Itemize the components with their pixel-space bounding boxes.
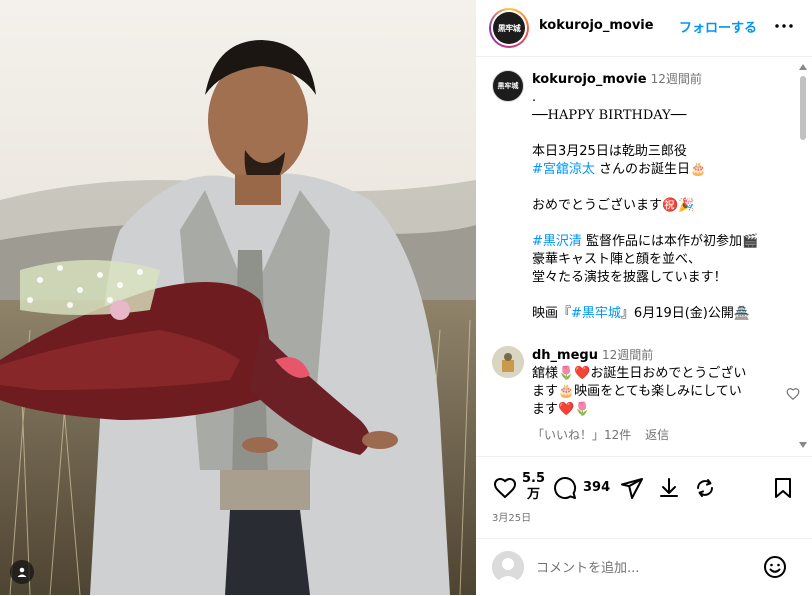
comment-likes[interactable]: 「いいね！」12件 [532, 428, 631, 442]
header-username[interactable]: kokurojo_movie [539, 18, 654, 33]
caption-line5: 豪華キャスト陣と顔を並べ、 [532, 252, 702, 267]
post-date[interactable]: 3月25日 [492, 509, 531, 524]
current-user-avatar [492, 551, 524, 583]
follow-button[interactable]: フォローする [679, 17, 757, 36]
caption-line4: 監督作品には本作が初参加🎬 [581, 234, 759, 249]
caption-line2: さんのお誕生日🎂 [594, 162, 707, 177]
comment-avatar[interactable] [492, 346, 524, 378]
caption-line7-pre: 映画『 [532, 306, 572, 321]
comment-time: 12週間前 [601, 348, 654, 362]
caption-username[interactable]: kokurojo_movie [532, 72, 647, 87]
like-icon[interactable] [492, 475, 518, 501]
emoji-icon[interactable] [763, 555, 787, 579]
add-comment-input[interactable]: コメントを追加... [536, 557, 639, 576]
add-comment-bar: コメントを追加... [476, 538, 812, 596]
hashtag-movie[interactable]: #黒牢城 [571, 306, 621, 321]
profile-avatar[interactable]: 黒牢城 [489, 8, 529, 48]
like-count-bottom: 万 [527, 487, 541, 502]
caption-avatar[interactable]: 黒牢城 [492, 70, 524, 102]
remix-icon[interactable] [692, 475, 718, 501]
more-options-icon[interactable] [774, 16, 794, 36]
comments-scrollbar[interactable] [798, 60, 808, 452]
hashtag-name[interactable]: #宮舘涼太 [532, 162, 595, 177]
post-panel: 黒牢城 kokurojo_movie フォローする 黒牢城 kokurojo_m… [476, 0, 812, 595]
hashtag-director[interactable]: #黒沢清 [532, 234, 582, 249]
comment-body: dh_megu 12週間前 舘様🌷❤️お誕生日おめでとうございます🎂映画をとても楽… [532, 346, 754, 419]
comment-username[interactable]: dh_megu [532, 348, 598, 363]
caption-text: kokurojo_movie 12週間前 . ──HAPPY BIRTHDAY──… [532, 70, 787, 323]
caption-avatar-text: 黒牢城 [497, 82, 519, 90]
comments-section[interactable]: 黒牢城 kokurojo_movie 12週間前 . ──HAPPY BIRTHD… [476, 56, 812, 456]
caption-dot: . [532, 90, 537, 105]
like-count[interactable]: 5.5 万 [522, 471, 545, 503]
photo-illustration [0, 0, 476, 595]
caption-line3: おめでとうございます㊗️🎉 [532, 198, 695, 213]
comment-text: 舘様🌷❤️お誕生日おめでとうございます🎂映画をとても楽しみにしています❤️🌷 [532, 366, 747, 417]
bookmark-icon[interactable] [770, 475, 796, 501]
caption-time: 12週間前 [650, 72, 702, 86]
post-header: 黒牢城 kokurojo_movie フォローする [476, 0, 812, 57]
caption-line6: 堂々たる演技を披露しています！ [532, 270, 727, 285]
caption-birthday-line: ──HAPPY BIRTHDAY── [532, 108, 687, 123]
share-icon[interactable] [619, 475, 645, 501]
action-bar: 5.5 万 394 3月25日 [476, 456, 812, 537]
avatar-logo-text: 黒牢城 [493, 12, 525, 44]
like-count-top: 5.5 [522, 471, 546, 486]
comment-count[interactable]: 394 [583, 480, 610, 495]
download-icon[interactable] [656, 475, 682, 501]
post-photo[interactable] [0, 0, 476, 595]
caption-line7-post: 』6月19日(金)公開🏯 [620, 306, 751, 321]
user-tag-icon[interactable] [10, 560, 34, 584]
comment-icon[interactable] [552, 475, 578, 501]
caption-line1: 本日3月25日は乾助三郎役 [532, 144, 687, 159]
comment-reply-button[interactable]: 返信 [645, 428, 669, 442]
